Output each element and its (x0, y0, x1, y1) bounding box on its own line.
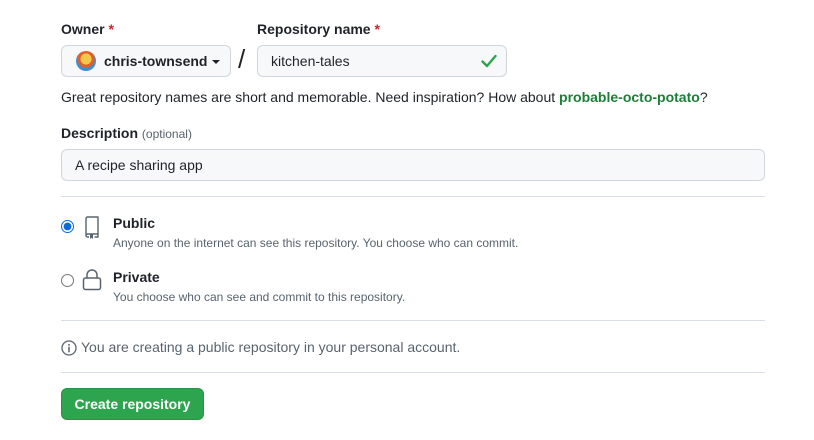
description-label-text: Description (61, 125, 139, 141)
visibility-public-description: Anyone on the internet can see this repo… (113, 236, 519, 250)
hint-text: Great repository names are short and mem… (61, 89, 560, 105)
visibility-private-title: Private (113, 269, 160, 285)
info-icon (61, 340, 77, 356)
avatar (76, 51, 96, 71)
visibility-public-title: Public (113, 215, 156, 231)
owner-label-text: Owner (61, 21, 105, 37)
name-suggestion-link[interactable]: probable-octo-potato (559, 89, 700, 105)
repository-name-input[interactable] (257, 45, 507, 77)
caret-down-icon (212, 60, 221, 64)
hint-suffix: ? (699, 89, 708, 105)
create-repository-button[interactable]: Create repository (61, 388, 204, 420)
info-note: You are creating a public repository in … (81, 339, 461, 355)
repository-name-label: Repository name * (257, 21, 380, 37)
repository-name-label-text: Repository name (257, 21, 371, 37)
owner-name: chris-townsend (104, 53, 208, 69)
owner-repo-separator: / (238, 44, 246, 74)
required-mark: * (108, 21, 114, 37)
optional-text: (optional) (141, 127, 192, 141)
visibility-private-description: You choose who can see and commit to thi… (113, 290, 406, 304)
divider (61, 196, 765, 197)
visibility-public-radio[interactable] (61, 220, 74, 233)
divider (61, 372, 765, 373)
owner-label: Owner * (61, 21, 114, 37)
repository-name-hint: Great repository names are short and mem… (61, 89, 708, 105)
lock-icon (82, 269, 102, 291)
check-icon (481, 54, 497, 68)
owner-select[interactable]: chris-townsend (61, 45, 231, 77)
description-label: Description (optional) (61, 125, 192, 141)
visibility-private-radio[interactable] (61, 274, 74, 287)
repo-icon (85, 216, 99, 239)
description-input[interactable] (61, 149, 765, 181)
divider (61, 320, 765, 321)
required-mark: * (374, 21, 380, 37)
